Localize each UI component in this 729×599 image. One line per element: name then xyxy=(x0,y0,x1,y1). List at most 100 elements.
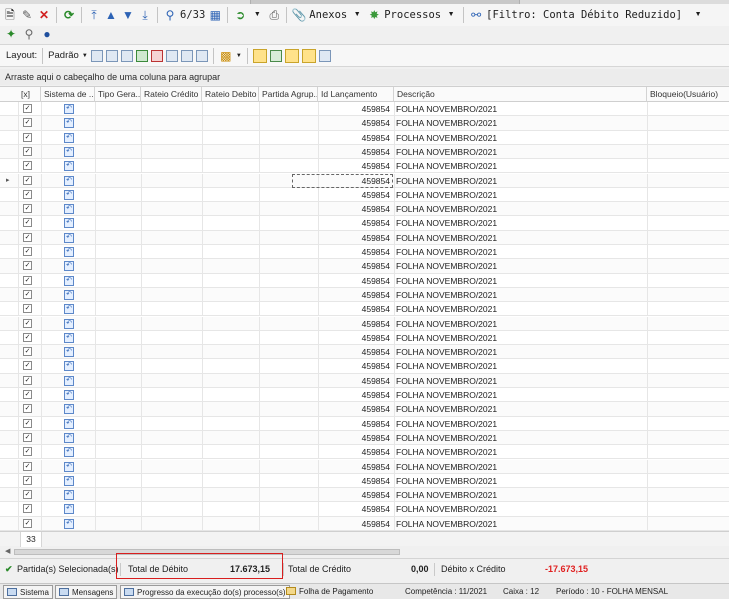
layout-columns-icon[interactable] xyxy=(165,49,178,62)
table-row[interactable]: ✓ ↶ 459854 FOLHA NOVEMBRO/2021 xyxy=(0,102,729,117)
row-select-checkbox[interactable]: ✓ xyxy=(23,475,32,485)
view-list-icon[interactable] xyxy=(269,49,282,62)
row-select-checkbox[interactable]: ✓ xyxy=(23,361,32,371)
table-row[interactable]: ✓ ↶ 459854 FOLHA NOVEMBRO/2021 xyxy=(0,230,729,245)
table-row[interactable]: ✓ ↶ 459854 FOLHA NOVEMBRO/2021 xyxy=(0,373,729,388)
process-progress-button[interactable]: Progresso da execução do(s) processo(s) xyxy=(120,585,290,599)
row-select-checkbox[interactable]: ✓ xyxy=(23,304,32,314)
column-header-lock-user[interactable]: Bloqueio(Usuário) xyxy=(647,87,729,102)
row-select-checkbox[interactable]: ✓ xyxy=(23,275,32,285)
row-select-checkbox[interactable]: ✓ xyxy=(23,261,32,271)
column-header-grouped-entry[interactable]: Partida Agrup... xyxy=(259,87,318,102)
row-select-checkbox[interactable]: ✓ xyxy=(23,232,32,242)
dropdown-arrow-icon[interactable]: ▼ xyxy=(350,8,364,22)
dropdown-arrow-icon[interactable]: ▼ xyxy=(444,8,458,22)
row-select-checkbox[interactable]: ✓ xyxy=(23,247,32,256)
row-select-checkbox[interactable]: ✓ xyxy=(23,132,32,142)
view-grid-icon[interactable] xyxy=(252,48,267,63)
row-select-checkbox[interactable]: ✓ xyxy=(23,161,32,171)
row-select-checkbox[interactable]: ✓ xyxy=(23,404,32,414)
row-select-checkbox[interactable]: ✓ xyxy=(23,432,32,442)
table-row[interactable]: ✓ ↶ 459854 FOLHA NOVEMBRO/2021 xyxy=(0,116,729,131)
row-select-checkbox[interactable]: ✓ xyxy=(23,289,32,299)
table-row[interactable]: ✓ ↶ 459854 FOLHA NOVEMBRO/2021 xyxy=(0,316,729,331)
column-header-debit-apportionment[interactable]: Rateio Debito xyxy=(202,87,259,102)
table-row[interactable]: ✓ ↶ 459854 FOLHA NOVEMBRO/2021 xyxy=(0,202,729,217)
system-button[interactable]: Sistema xyxy=(3,585,53,599)
tree-icon[interactable]: ✦ xyxy=(4,27,18,41)
row-select-checkbox[interactable]: ✓ xyxy=(23,518,32,528)
layout-filter-icon[interactable] xyxy=(180,49,193,62)
view-card-icon[interactable] xyxy=(284,48,299,63)
group-by-panel[interactable]: Arraste aqui o cabeçalho de uma coluna p… xyxy=(0,69,729,85)
column-header-credit-apportionment[interactable]: Rateio Crédito xyxy=(141,87,202,102)
column-header-select[interactable]: [x] xyxy=(18,87,41,102)
row-select-checkbox[interactable]: ✓ xyxy=(23,175,32,185)
row-select-checkbox[interactable]: ✓ xyxy=(23,418,32,428)
column-header-type[interactable]: Tipo Gera... xyxy=(95,87,141,102)
table-row[interactable]: ✓ ↶ 459854 FOLHA NOVEMBRO/2021 xyxy=(0,445,729,460)
row-select-checkbox[interactable]: ✓ xyxy=(23,204,32,214)
column-header-description[interactable]: Descrição xyxy=(394,87,647,102)
layout-load-icon[interactable] xyxy=(105,49,118,62)
new-document-icon[interactable]: 🗎 xyxy=(3,8,17,22)
filter-icon[interactable]: ⚯ xyxy=(469,8,483,22)
view-detail-icon[interactable] xyxy=(301,48,316,63)
paperclip-icon[interactable]: 📎 xyxy=(292,8,307,22)
first-record-icon[interactable]: ⤒ xyxy=(87,8,101,22)
row-select-checkbox[interactable]: ✓ xyxy=(23,218,32,228)
row-select-checkbox[interactable]: ✓ xyxy=(23,189,32,199)
table-row[interactable]: ▸ ✓ ↶ 459854 FOLHA NOVEMBRO/2021 xyxy=(0,173,729,188)
row-select-checkbox[interactable]: ✓ xyxy=(23,347,32,357)
find-icon[interactable]: ⚲ xyxy=(163,8,177,22)
row-select-checkbox[interactable]: ✓ xyxy=(23,390,32,399)
row-select-checkbox[interactable]: ✓ xyxy=(23,490,32,500)
horizontal-scrollbar[interactable]: ◀ xyxy=(0,547,729,557)
refresh-icon[interactable]: ⟳ xyxy=(62,8,76,22)
info-icon[interactable]: ● xyxy=(40,27,54,41)
table-row[interactable]: ✓ ↶ 459854 FOLHA NOVEMBRO/2021 xyxy=(0,459,729,474)
processes-icon[interactable]: ✸ xyxy=(367,8,381,22)
row-select-checkbox[interactable]: ✓ xyxy=(23,146,32,156)
scroll-left-icon[interactable]: ◀ xyxy=(5,548,10,556)
print-icon[interactable]: ⎙ xyxy=(267,8,281,22)
column-header-system[interactable]: Sistema de ... xyxy=(41,87,95,102)
row-select-checkbox[interactable]: ✓ xyxy=(23,375,32,385)
row-select-checkbox[interactable]: ✓ xyxy=(23,461,32,471)
table-row[interactable]: ✓ ↶ 459854 FOLHA NOVEMBRO/2021 xyxy=(0,187,729,203)
table-row[interactable]: ✓ ↶ 459854 FOLHA NOVEMBRO/2021 xyxy=(0,130,729,145)
row-select-checkbox[interactable]: ✓ xyxy=(23,504,32,514)
table-row[interactable]: ✓ ↶ 459854 FOLHA NOVEMBRO/2021 xyxy=(0,302,729,317)
table-row[interactable]: ✓ ↶ 459854 FOLHA NOVEMBRO/2021 xyxy=(0,144,729,160)
table-row[interactable]: ✓ ↶ 459854 FOLHA NOVEMBRO/2021 xyxy=(0,287,729,303)
row-select-checkbox[interactable]: ✓ xyxy=(23,318,32,328)
layout-reset-icon[interactable] xyxy=(150,49,163,62)
table-row[interactable]: ✓ ↶ 459854 FOLHA NOVEMBRO/2021 xyxy=(0,330,729,346)
dropdown-arrow-icon[interactable]: ▼ xyxy=(250,8,264,22)
dropdown-arrow-icon[interactable]: ▼ xyxy=(236,49,242,63)
calendar-icon[interactable]: ▦ xyxy=(208,8,222,22)
layout-preset-dropdown[interactable]: Padrão xyxy=(48,50,79,61)
table-row[interactable]: ✓ ↶ 459854 FOLHA NOVEMBRO/2021 xyxy=(0,245,729,260)
table-row[interactable]: ✓ ↶ 459854 FOLHA NOVEMBRO/2021 xyxy=(0,359,729,374)
last-record-icon[interactable]: ⤓ xyxy=(138,8,152,22)
edit-icon[interactable]: ✎ xyxy=(20,8,34,22)
layout-grid-icon[interactable] xyxy=(120,49,133,62)
previous-record-icon[interactable]: ▲ xyxy=(104,8,118,22)
payroll-button[interactable]: Folha de Pagamento xyxy=(283,585,376,599)
filter-dropdown-icon[interactable]: ▼ xyxy=(691,8,705,22)
table-row[interactable]: ✓ ↶ 459854 FOLHA NOVEMBRO/2021 xyxy=(0,345,729,360)
table-row[interactable]: ✓ ↶ 459854 FOLHA NOVEMBRO/2021 xyxy=(0,216,729,231)
view-text-icon[interactable] xyxy=(318,49,331,62)
processes-button[interactable]: Processos xyxy=(384,9,441,21)
table-row[interactable]: ✓ ↶ 459854 FOLHA NOVEMBRO/2021 xyxy=(0,430,729,446)
dropdown-arrow-icon[interactable]: ▼ xyxy=(82,49,88,63)
table-row[interactable]: ✓ ↶ 459854 FOLHA NOVEMBRO/2021 xyxy=(0,388,729,403)
column-header-entry-id[interactable]: Id Lançamento xyxy=(318,87,394,102)
row-select-checkbox[interactable]: ✓ xyxy=(23,332,32,342)
table-row[interactable]: ✓ ↶ 459854 FOLHA NOVEMBRO/2021 xyxy=(0,502,729,517)
table-row[interactable]: ✓ ↶ 459854 FOLHA NOVEMBRO/2021 xyxy=(0,416,729,431)
layout-image-icon[interactable] xyxy=(195,49,208,62)
export-icon[interactable]: ➲ xyxy=(233,8,247,22)
table-row[interactable]: ✓ ↶ 459854 FOLHA NOVEMBRO/2021 xyxy=(0,488,729,503)
